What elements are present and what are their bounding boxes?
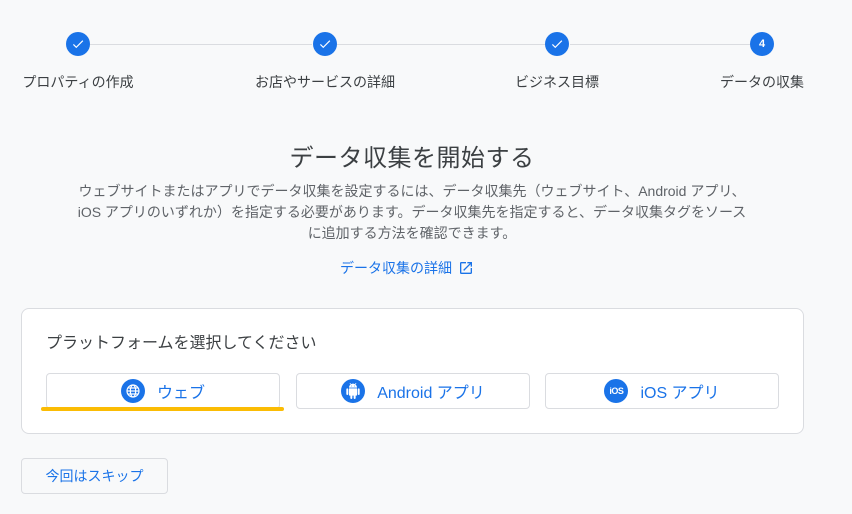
step-3-label: ビジネス目標 xyxy=(515,74,599,90)
page: 4 プロパティの作成 お店やサービスの詳細 ビジネス目標 データの収集 データ収… xyxy=(0,0,852,514)
step-connector xyxy=(570,44,750,45)
step-1-label: プロパティの作成 xyxy=(22,74,134,90)
skip-button[interactable]: 今回はスキップ xyxy=(21,458,168,494)
step-2-label: お店やサービスの詳細 xyxy=(255,74,395,90)
page-title: データ収集を開始する xyxy=(289,145,535,172)
ios-platform-label: iOS アプリ xyxy=(640,385,720,402)
ios-platform-button[interactable]: iOS iOS アプリ xyxy=(545,373,779,409)
step-1-check-icon xyxy=(66,32,90,56)
platform-card-title: プラットフォームを選択してください xyxy=(46,335,317,352)
selection-highlight xyxy=(41,407,284,411)
learn-more-label: データ収集の詳細 xyxy=(340,260,452,276)
step-4-label: データの収集 xyxy=(720,74,804,90)
learn-more-link[interactable]: データ収集の詳細 xyxy=(340,258,474,278)
web-platform-label: ウェブ xyxy=(156,385,205,402)
web-platform-button[interactable]: ウェブ xyxy=(46,373,280,409)
setup-stepper: 4 プロパティの作成 お店やサービスの詳細 ビジネス目標 データの収集 xyxy=(0,0,852,110)
open-in-new-icon xyxy=(460,262,472,274)
android-platform-button[interactable]: Android アプリ xyxy=(296,373,530,409)
ios-icon: iOS xyxy=(604,379,629,403)
android-icon xyxy=(341,379,366,403)
step-4-number: 4 xyxy=(750,32,774,56)
globe-icon xyxy=(120,379,145,403)
android-platform-label: Android アプリ xyxy=(377,385,485,402)
ios-icon-text: iOS xyxy=(609,386,624,396)
step-connector xyxy=(337,44,546,45)
description: ウェブサイトまたはアプリでデータ収集を設定するには、データ収集先（ウェブサイト、… xyxy=(62,181,762,244)
description-line: ウェブサイトまたはアプリでデータ収集を設定するには、データ収集先（ウェブサイト、… xyxy=(78,183,746,199)
step-2-check-icon xyxy=(313,32,337,56)
step-connector xyxy=(90,44,312,45)
platform-card: プラットフォームを選択してください ウェブ Android アプリ iOS iO… xyxy=(21,308,804,434)
step-3-check-icon xyxy=(545,32,569,56)
description-line: iOS アプリのいずれか）を指定する必要があります。データ収集先を指定すると、デ… xyxy=(77,204,747,220)
description-line: に追加する方法を確認できます。 xyxy=(307,225,517,241)
